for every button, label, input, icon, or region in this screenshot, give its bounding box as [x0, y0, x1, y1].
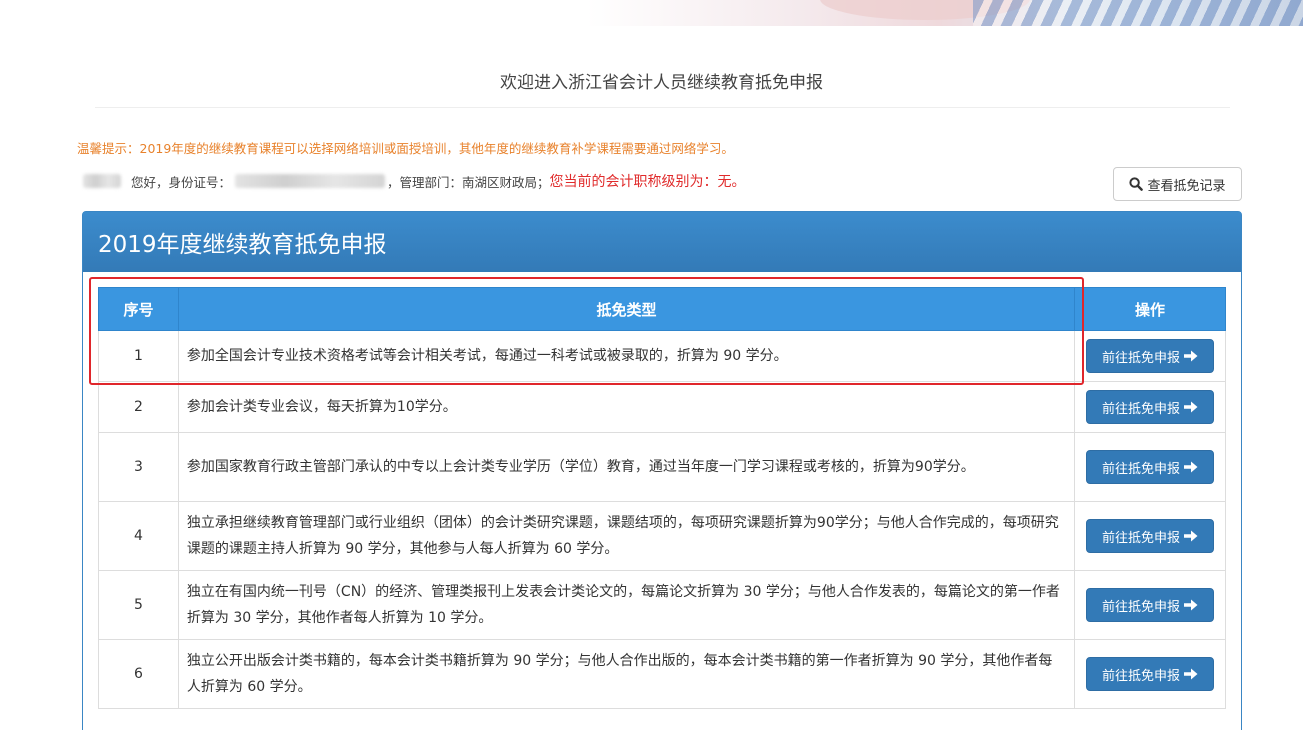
dept-text: ，管理部门：南湖区财政局； — [387, 174, 550, 190]
row-credit-type: 参加会计类专业会议，每天折算为10学分。 — [177, 381, 1076, 433]
header-no: 序号 — [98, 287, 179, 331]
row-number: 3 — [98, 432, 179, 502]
table-row: 5 独立在有国内统一刊号（CN）的经济、管理类报刊上发表会计类论文的，每篇论文折… — [98, 570, 1226, 640]
page-title: 欢迎进入浙江省会计人员继续教育抵免申报 — [500, 73, 823, 93]
row-action-cell: 前往抵免申报 — [1074, 639, 1226, 709]
redacted-name — [83, 174, 121, 188]
credit-type-table: 序号 抵免类型 操作 1 参加全国会计专业技术资格考试等会计相关考试，每通过一科… — [98, 287, 1226, 709]
row-credit-type: 参加全国会计专业技术资格考试等会计相关考试，每通过一科考试或被录取的，折算为 9… — [177, 330, 1076, 382]
row-number: 2 — [98, 381, 179, 433]
go-declare-label: 前往抵免申报 — [1101, 460, 1180, 476]
arrow-right-icon — [1184, 668, 1198, 680]
table-header-row: 序号 抵免类型 操作 — [98, 287, 1226, 331]
go-declare-button[interactable]: 前往抵免申报 — [1086, 519, 1214, 553]
row-action-cell: 前往抵免申报 — [1074, 381, 1226, 433]
go-declare-label: 前往抵免申报 — [1101, 598, 1180, 614]
go-declare-button[interactable]: 前往抵免申报 — [1086, 657, 1214, 691]
row-number: 1 — [98, 330, 179, 382]
row-action-cell: 前往抵免申报 — [1074, 330, 1226, 382]
redacted-id-number — [235, 174, 386, 188]
table-row: 6 独立公开出版会计类书籍的，每本会计类书籍折算为 90 学分；与他人合作出版的… — [98, 639, 1226, 709]
arrow-right-icon — [1184, 599, 1198, 611]
arrow-right-icon — [1184, 350, 1198, 362]
row-action-cell: 前往抵免申报 — [1074, 570, 1226, 640]
go-declare-button[interactable]: 前往抵免申报 — [1086, 339, 1214, 373]
panel-title: 2019年度继续教育抵免申报 — [83, 212, 1241, 272]
go-declare-label: 前往抵免申报 — [1101, 529, 1180, 545]
table-row: 1 参加全国会计专业技术资格考试等会计相关考试，每通过一科考试或被录取的，折算为… — [98, 330, 1226, 382]
row-number: 5 — [98, 570, 179, 640]
go-declare-label: 前往抵免申报 — [1101, 400, 1180, 416]
go-declare-button[interactable]: 前往抵免申报 — [1086, 390, 1214, 424]
go-declare-button[interactable]: 前往抵免申报 — [1086, 588, 1214, 622]
row-credit-type: 参加国家教育行政主管部门承认的中专以上会计类专业学历（学位）教育，通过当年度一门… — [177, 432, 1076, 502]
go-declare-label: 前往抵免申报 — [1101, 349, 1180, 365]
row-action-cell: 前往抵免申报 — [1074, 432, 1226, 502]
header-type: 抵免类型 — [177, 287, 1076, 331]
table-row: 4 独立承担继续教育管理部门或行业组织（团体）的会计类研究课题，课题结项的，每项… — [98, 501, 1226, 571]
table-row: 2 参加会计类专业会议，每天折算为10学分。 前往抵免申报 — [98, 381, 1226, 433]
arrow-right-icon — [1184, 530, 1198, 542]
table-row: 3 参加国家教育行政主管部门承认的中专以上会计类专业学历（学位）教育，通过当年度… — [98, 432, 1226, 502]
banner-keyboard-graphic — [973, 0, 1303, 26]
view-history-button[interactable]: 查看抵免记录 — [1113, 167, 1242, 201]
row-action-cell: 前往抵免申报 — [1074, 501, 1226, 571]
title-level-text: 您当前的会计职称级别为：无。 — [549, 174, 746, 190]
header-action: 操作 — [1074, 287, 1226, 331]
user-info-line: 您好，身份证号： ，管理部门：南湖区财政局； 您当前的会计职称级别为：无。 — [83, 171, 746, 191]
row-credit-type: 独立公开出版会计类书籍的，每本会计类书籍折算为 90 学分；与他人合作出版的，每… — [177, 639, 1076, 709]
arrow-right-icon — [1184, 461, 1198, 473]
row-credit-type: 独立在有国内统一刊号（CN）的经济、管理类报刊上发表会计类论文的，每篇论文折算为… — [177, 570, 1076, 640]
tip-message: 温馨提示：2019年度的继续教育课程可以选择网络培训或面授培训，其他年度的继续教… — [77, 141, 734, 156]
search-icon — [1129, 177, 1144, 191]
go-declare-button[interactable]: 前往抵免申报 — [1086, 450, 1214, 484]
go-declare-label: 前往抵免申报 — [1101, 667, 1180, 683]
row-credit-type: 独立承担继续教育管理部门或行业组织（团体）的会计类研究课题，课题结项的，每项研究… — [177, 501, 1076, 571]
row-number: 4 — [98, 501, 179, 571]
row-number: 6 — [98, 639, 179, 709]
header-banner — [0, 0, 1303, 26]
title-divider — [95, 107, 1230, 108]
greeting-text: 您好，身份证号： — [131, 174, 232, 190]
view-history-label: 查看抵免记录 — [1147, 177, 1226, 193]
arrow-right-icon — [1184, 401, 1198, 413]
